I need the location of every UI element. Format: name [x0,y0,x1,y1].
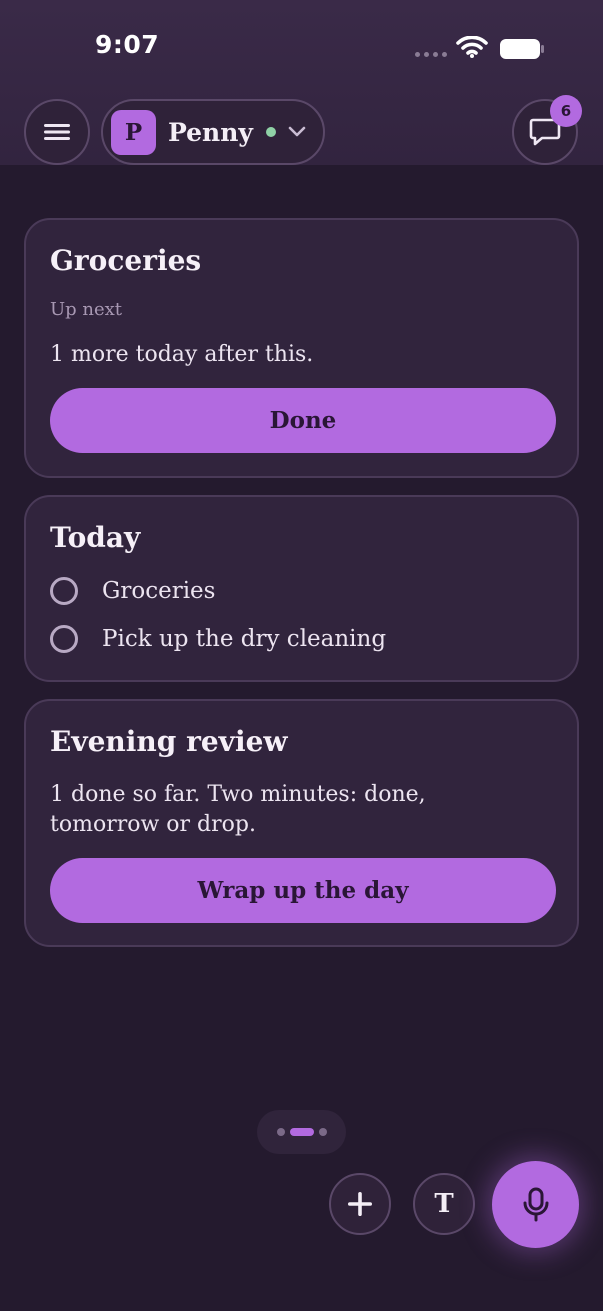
evening-review-card: Evening review 1 done so far. Two minute… [24,699,579,947]
task-label: Pick up the dry cleaning [102,626,387,652]
microphone-icon [523,1187,548,1221]
card-text: 1 more today after this. [50,342,314,367]
up-next-card: Groceries Up next 1 more today after thi… [24,218,579,478]
text-icon: T [434,1189,454,1219]
voice-button[interactable] [492,1161,579,1248]
workspace-switcher[interactable]: P Penny [101,99,325,165]
today-card: Today Groceries Pick up the dry cleaning [24,495,579,682]
menu-button[interactable] [24,99,90,165]
task-checkbox[interactable] [50,577,78,605]
card-subtitle: Up next [50,299,123,320]
wrap-up-day-button[interactable]: Wrap up the day [50,858,556,923]
task-item[interactable]: Pick up the dry cleaning [50,625,386,653]
add-button[interactable] [329,1173,391,1235]
card-title: Today [50,521,141,554]
task-checkbox[interactable] [50,625,78,653]
task-label: Groceries [102,578,216,604]
online-status-dot [265,127,276,137]
signal-dots-icon [415,52,447,57]
notification-badge: 6 [550,95,582,127]
card-title: Groceries [50,244,202,277]
chevron-down-icon [288,126,306,137]
text-input-button[interactable]: T [413,1173,475,1235]
workspace-name: Penny [168,117,253,147]
avatar: P [111,109,156,155]
done-button[interactable]: Done [50,388,556,453]
task-item[interactable]: Groceries [50,577,215,605]
page-dot[interactable] [276,1128,285,1136]
page-dot-active[interactable] [289,1128,314,1136]
card-text: 1 done so far. Two minutes: done, tomorr… [50,782,426,837]
page-indicator[interactable] [257,1110,346,1154]
card-title: Evening review [50,725,288,758]
plus-icon [348,1192,372,1216]
wifi-icon [456,36,488,58]
menu-icon [44,124,70,140]
battery-icon [500,39,544,59]
page-dot[interactable] [318,1128,327,1136]
status-time: 9:07 [95,30,160,59]
